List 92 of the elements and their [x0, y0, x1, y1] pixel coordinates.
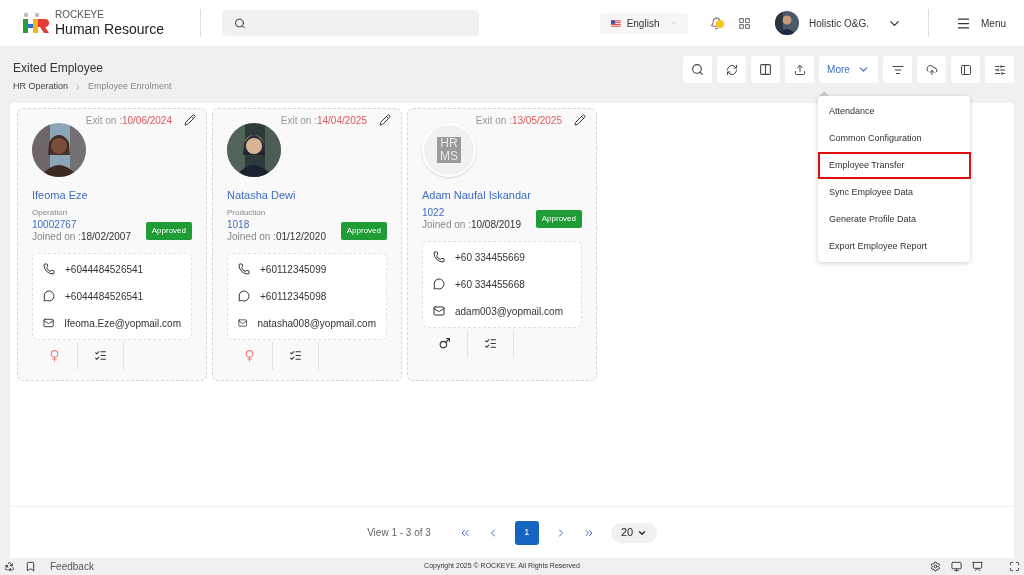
- breadcrumb-item: Employee Enrolment: [88, 80, 172, 93]
- joined-date: Joined on :01/12/2020: [227, 230, 326, 243]
- chat-icon: [433, 278, 445, 290]
- apps-icon[interactable]: [737, 16, 751, 30]
- employee-code: 1022: [422, 206, 446, 219]
- presentation-icon[interactable]: [972, 561, 983, 572]
- brand-title: Human Resource: [55, 22, 164, 36]
- mail-icon: [238, 317, 248, 329]
- refresh-button[interactable]: [717, 56, 746, 83]
- search-icon: [691, 63, 704, 76]
- menu-item[interactable]: Sync Employee Data: [818, 179, 970, 206]
- joined-date: Joined on :18/02/2007: [32, 230, 131, 243]
- phone-icon: [238, 263, 250, 275]
- whatsapp-number: +60 334455668: [455, 277, 525, 292]
- edit-icon[interactable]: [574, 114, 586, 126]
- employee-code: 10002767: [32, 218, 78, 231]
- department: Operation: [32, 206, 69, 219]
- whatsapp-number: +60112345098: [260, 289, 327, 304]
- search-field[interactable]: [222, 10, 479, 36]
- page-title: Exited Employee: [13, 60, 105, 77]
- checklist-icon[interactable]: [289, 349, 302, 362]
- department: Production: [227, 206, 267, 219]
- panel-button[interactable]: [951, 56, 980, 83]
- logo-text: MS: [440, 150, 458, 163]
- upload-button[interactable]: [785, 56, 814, 83]
- monitor-icon[interactable]: [951, 561, 962, 572]
- employee-name[interactable]: Natasha Dewi: [227, 187, 387, 204]
- checklist-icon[interactable]: [484, 337, 497, 350]
- email-address: natasha008@yopmail.com: [257, 316, 376, 331]
- exit-date: Exit on :10/06/2024: [85, 113, 172, 128]
- mail-icon: [43, 317, 55, 329]
- phone-icon: [433, 251, 445, 263]
- feedback-link[interactable]: Feedback: [50, 559, 94, 574]
- page-size-select[interactable]: 20: [610, 522, 657, 543]
- phone-number: +60 334455669: [455, 250, 525, 265]
- logo-icon: [22, 12, 49, 34]
- settings-icon[interactable]: [930, 561, 941, 572]
- edit-icon[interactable]: [184, 114, 196, 126]
- whatsapp-number: +6044484526541: [65, 289, 144, 304]
- language-select[interactable]: English: [599, 12, 688, 34]
- flag-icon: [610, 18, 621, 28]
- employee-code: 1018: [227, 218, 251, 231]
- phone-number: +6044484526541: [65, 262, 144, 277]
- notification-icon[interactable]: [709, 16, 723, 30]
- breadcrumb-item[interactable]: HR Operation: [13, 80, 69, 94]
- checklist-icon[interactable]: [94, 349, 107, 362]
- phone-number: +60112345099: [260, 262, 327, 277]
- exit-date: Exit on :14/04/2025: [280, 113, 367, 128]
- sliders-icon: [993, 63, 1006, 76]
- mail-icon: [433, 305, 445, 317]
- status-badge: Approved: [535, 209, 582, 228]
- phone-icon: [43, 263, 55, 275]
- joined-date: Joined on :10/08/2019: [422, 218, 521, 231]
- filter-icon: [891, 63, 904, 76]
- user-name[interactable]: Holistic O&G.: [808, 15, 869, 31]
- more-button[interactable]: More: [819, 56, 878, 83]
- cloud-upload-icon: [925, 63, 938, 76]
- settings-button[interactable]: [985, 56, 1014, 83]
- employee-name[interactable]: Ifeoma Eze: [32, 187, 192, 204]
- menu-item[interactable]: Common Configuration: [818, 125, 970, 152]
- search-button[interactable]: [683, 56, 712, 83]
- menu-item[interactable]: Generate Profile Data: [818, 206, 970, 233]
- cloud-upload-button[interactable]: [917, 56, 946, 83]
- chat-icon: [43, 290, 55, 302]
- bookmark-icon[interactable]: [25, 561, 36, 572]
- menu-item[interactable]: Employee Transfer: [818, 152, 971, 179]
- brand-subtitle: ROCKEYE: [55, 10, 105, 20]
- recycle-icon[interactable]: [4, 561, 15, 572]
- email-address: adam003@yopmail.com: [455, 304, 563, 319]
- logo-text: HR: [440, 137, 458, 150]
- panel-icon: [959, 63, 972, 76]
- exit-date: Exit on :13/05/2025: [475, 113, 562, 128]
- caret-icon: [671, 19, 677, 27]
- fullscreen-icon[interactable]: [1009, 561, 1020, 572]
- pagination-summary: View 1 - 3 of 3: [367, 526, 431, 540]
- employee-name[interactable]: Adam Naufal Iskandar: [422, 187, 582, 204]
- status-badge: Approved: [340, 221, 387, 240]
- email-address: Ifeoma.Eze@yopmail.com: [64, 316, 181, 331]
- columns-icon: [759, 63, 772, 76]
- chat-icon: [238, 290, 250, 302]
- menu-item[interactable]: Export Employee Report: [818, 233, 970, 260]
- columns-button[interactable]: [751, 56, 780, 83]
- filter-button[interactable]: [883, 56, 912, 83]
- menu-icon: [956, 15, 971, 31]
- refresh-icon: [725, 63, 738, 76]
- search-icon: [234, 16, 246, 30]
- page-button[interactable]: 1: [514, 520, 539, 545]
- edit-icon[interactable]: [379, 114, 391, 126]
- status-badge: Approved: [145, 221, 192, 240]
- menu-item[interactable]: Attendance: [818, 98, 970, 125]
- upload-icon: [793, 63, 806, 76]
- menu-button[interactable]: Menu: [956, 15, 1006, 31]
